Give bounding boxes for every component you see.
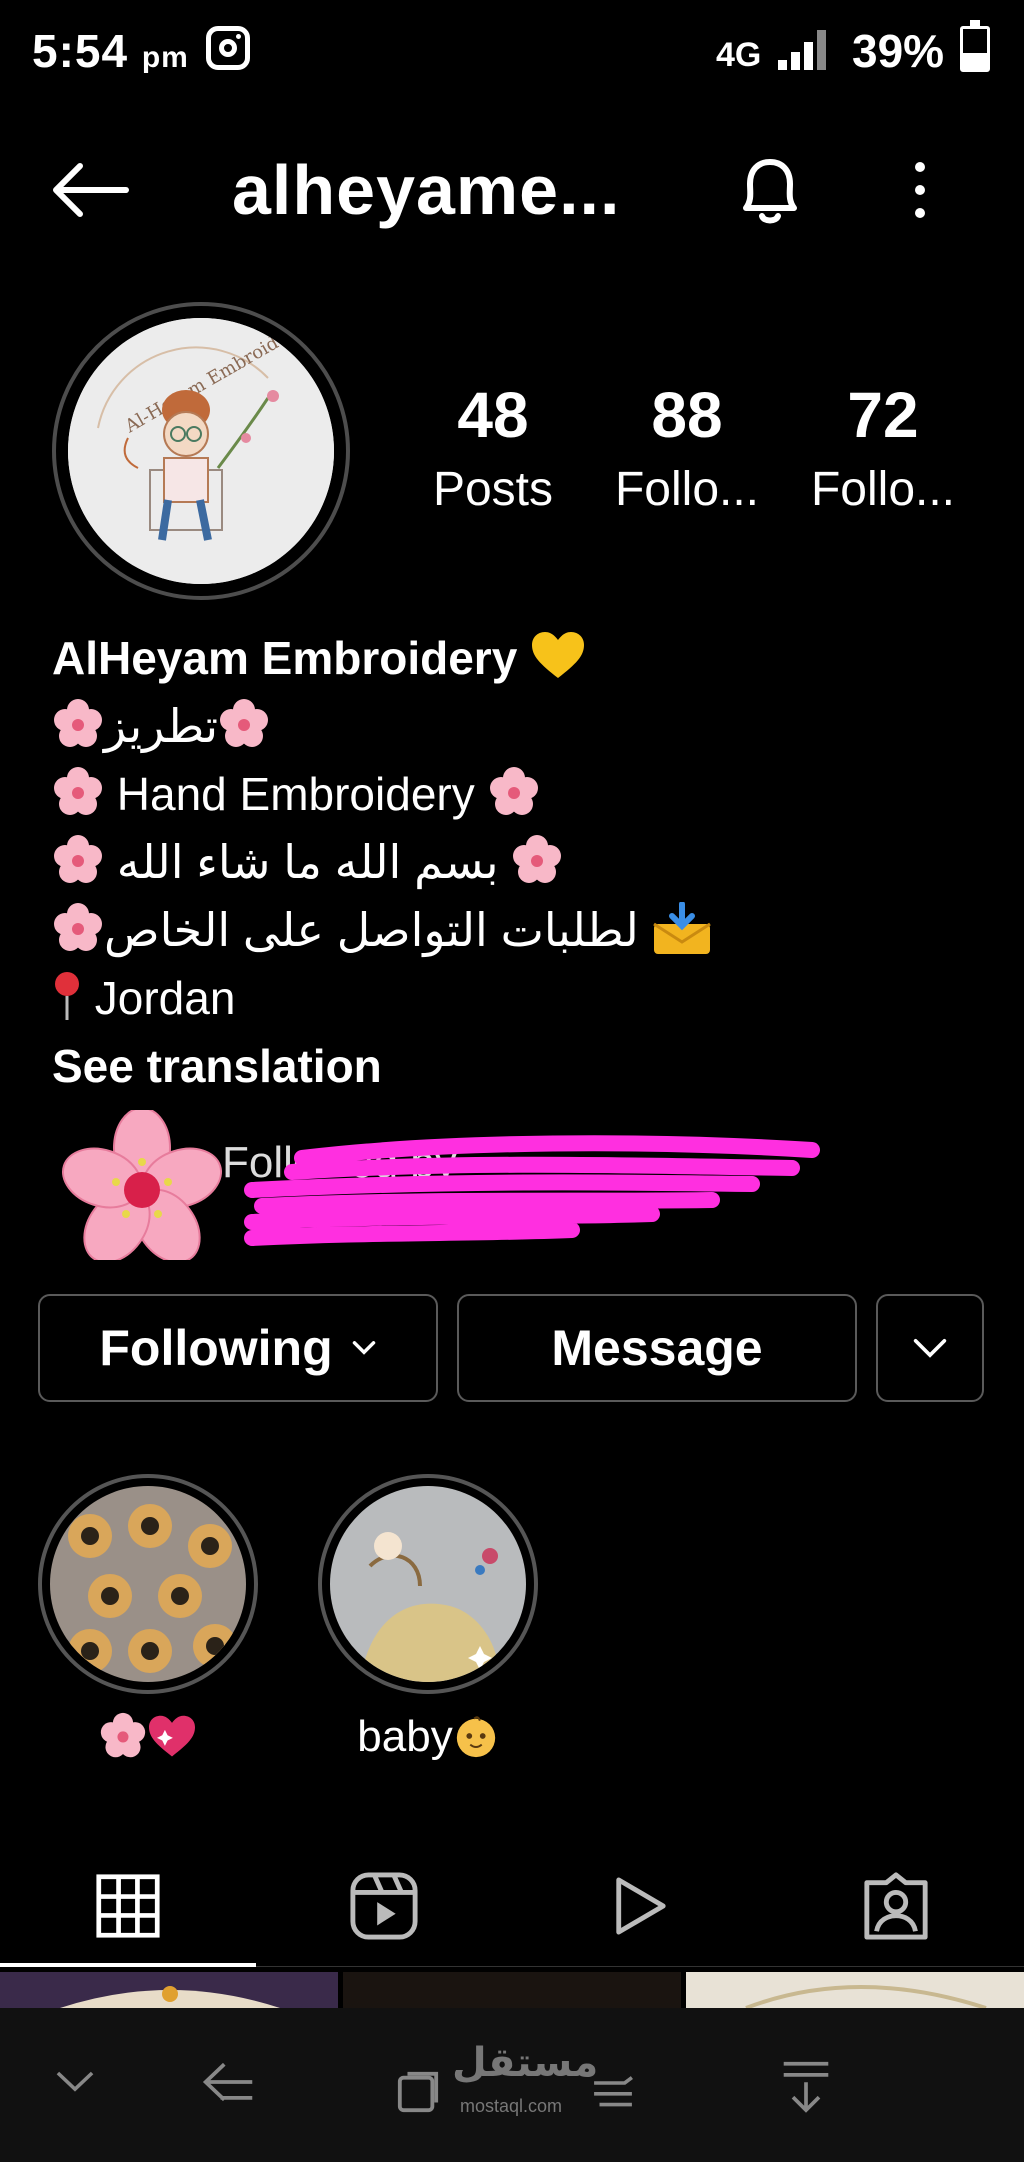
more-options-icon[interactable] — [900, 155, 940, 225]
cherry-blossom-icon — [220, 699, 269, 747]
inbox-tray-icon — [652, 902, 711, 954]
bell-icon[interactable] — [730, 150, 810, 230]
bio-name-line: AlHeyam Embroidery — [52, 624, 972, 692]
profile-handle: alheyame... — [232, 151, 621, 229]
cherry-blossom-icon — [54, 835, 102, 883]
watermark-logo: مستقل — [452, 2040, 599, 2086]
system-nav-bar: مستقل mostaql.com — [0, 2008, 1024, 2162]
post-thumbnail[interactable] — [0, 1972, 338, 2008]
tab-reels[interactable] — [256, 1846, 512, 1966]
cherry-blossom-icon — [513, 835, 562, 883]
instagram-notification-icon — [206, 26, 250, 70]
profile-bio: AlHeyam Embroidery تطريز Hand Embroidery… — [52, 624, 972, 1100]
cherry-blossom-icon — [100, 1712, 146, 1758]
chevron-down-icon[interactable] — [52, 2064, 98, 2100]
message-button[interactable]: Message — [457, 1294, 857, 1402]
highlight-caption — [38, 1712, 258, 1763]
stat-following[interactable]: 72 Follo... — [798, 380, 968, 520]
grid-icon — [96, 1874, 160, 1938]
tagged-person-icon — [864, 1872, 928, 1940]
tab-grid[interactable] — [0, 1846, 256, 1966]
suggested-accounts-button[interactable] — [876, 1294, 984, 1402]
redaction-scribble — [61, 1110, 820, 1260]
swap-lines-icon[interactable] — [590, 2074, 636, 2110]
play-icon — [616, 1877, 666, 1935]
back-nav-icon[interactable] — [200, 2058, 256, 2106]
active-tab-indicator — [0, 1963, 256, 1967]
bio-line-bism-allah: بسم الله ما شاء الله — [52, 828, 972, 896]
stat-posts[interactable]: 48 Posts — [408, 380, 578, 520]
cherry-blossom-icon — [489, 767, 538, 815]
bio-location-line: Jordan — [52, 964, 972, 1032]
sparkling-heart-icon — [149, 1715, 195, 1757]
avatar-image: Al-Heyam Embroidery — [68, 318, 334, 584]
baby-icon — [456, 1716, 495, 1758]
cherry-blossom-icon — [54, 903, 102, 951]
highlight-caption: baby — [318, 1712, 538, 1762]
bio-line-hand-embroidery: Hand Embroidery — [52, 760, 972, 828]
highlight-thumbnail — [50, 1486, 246, 1682]
cherry-blossom-icon — [54, 699, 102, 747]
followed-by-row[interactable]: Followed by — [52, 1110, 852, 1260]
tab-tagged[interactable] — [768, 1846, 1024, 1966]
watermark-domain: mostaql.com — [460, 2096, 563, 2116]
story-highlight[interactable]: baby — [318, 1474, 538, 1762]
network-type: 4G — [716, 36, 762, 74]
tab-videos[interactable] — [512, 1846, 768, 1966]
bio-line-tatreez: تطريز — [52, 692, 972, 760]
signal-icon — [778, 30, 830, 70]
post-thumbnail[interactable] — [686, 1972, 1024, 2008]
profile-avatar[interactable]: Al-Heyam Embroidery — [52, 302, 350, 600]
stat-followers[interactable]: 88 Follo... — [602, 380, 772, 520]
download-collapse-icon[interactable] — [780, 2058, 832, 2114]
status-time: 5:54 pm — [32, 25, 189, 77]
back-arrow-icon[interactable] — [50, 160, 130, 220]
yellow-heart-icon — [532, 632, 585, 678]
bio-line-orders: لطلبات التواصل على الخاص — [52, 896, 972, 964]
post-thumbnail[interactable] — [343, 1972, 681, 2008]
status-bar: 5:54 pm 4G 39% — [0, 0, 1024, 110]
battery-percent: 39% — [852, 25, 945, 77]
highlight-thumbnail — [330, 1486, 526, 1682]
see-translation-link[interactable]: See translation — [52, 1032, 972, 1100]
following-button[interactable]: Following — [38, 1294, 438, 1402]
story-highlight[interactable] — [38, 1474, 258, 1763]
profile-display-name: AlHeyam Embroidery — [52, 632, 518, 684]
recent-apps-icon[interactable] — [396, 2070, 440, 2114]
cherry-blossom-sticker — [61, 1110, 223, 1260]
battery-icon — [960, 20, 990, 72]
profile-tabs — [0, 1846, 1024, 1966]
reels-icon — [350, 1872, 418, 1940]
cherry-blossom-icon — [54, 767, 102, 815]
chevron-down-icon — [352, 1341, 375, 1355]
posts-grid-peek — [0, 1972, 1024, 2008]
chevron-down-icon — [913, 1339, 947, 1358]
location-pin-icon — [55, 972, 79, 1020]
profile-header: alheyame... — [0, 130, 1024, 250]
